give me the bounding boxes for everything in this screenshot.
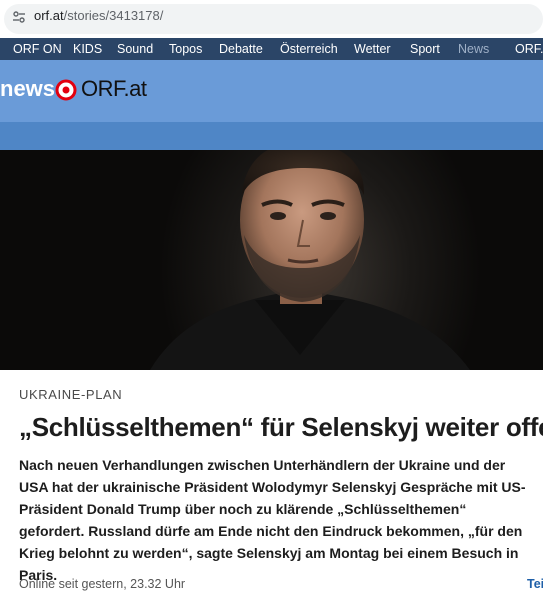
section-band bbox=[0, 122, 543, 150]
orf-at-label[interactable]: ORF.at bbox=[81, 76, 147, 102]
article-lead: Nach neuen Verhandlungen zwischen Unterh… bbox=[19, 457, 526, 583]
article-timestamp: Online seit gestern, 23.32 Uhr bbox=[19, 577, 186, 591]
article-headline[interactable]: „Schlüsselthemen“ für Selenskyj weiter o… bbox=[19, 410, 543, 444]
share-button[interactable]: Tei bbox=[527, 577, 543, 591]
nav-item-orf-on[interactable]: ORF ON bbox=[13, 38, 62, 60]
url-path: /stories/3413178/ bbox=[63, 8, 164, 23]
nav-item-orf-at[interactable]: ORF.a bbox=[515, 38, 543, 60]
url-text[interactable]: orf.at/stories/3413178/ bbox=[34, 8, 163, 24]
nav-item-news[interactable]: News bbox=[458, 38, 489, 60]
brand-header: news ORF.at bbox=[0, 60, 543, 122]
article-kicker[interactable]: UKRAINE-PLAN bbox=[19, 387, 122, 402]
nav-item-topos[interactable]: Topos bbox=[169, 38, 202, 60]
nav-item-kids[interactable]: KIDS bbox=[73, 38, 102, 60]
nav-item-wetter[interactable]: Wetter bbox=[354, 38, 391, 60]
url-host: orf.at bbox=[34, 8, 64, 23]
nav-item-sound[interactable]: Sound bbox=[117, 38, 153, 60]
address-bar[interactable]: orf.at/stories/3413178/ bbox=[0, 0, 543, 38]
site-settings-icon[interactable] bbox=[12, 10, 26, 24]
top-navigation: ORF ON KIDS Sound Topos Debatte Österrei… bbox=[0, 38, 543, 60]
news-label[interactable]: news bbox=[0, 76, 55, 102]
orf-logo-icon[interactable] bbox=[55, 79, 77, 101]
article-hero-image bbox=[0, 150, 543, 370]
nav-item-debatte[interactable]: Debatte bbox=[219, 38, 263, 60]
nav-item-sport[interactable]: Sport bbox=[410, 38, 440, 60]
portrait-illustration bbox=[150, 150, 470, 370]
nav-item-oesterreich[interactable]: Österreich bbox=[280, 38, 338, 60]
